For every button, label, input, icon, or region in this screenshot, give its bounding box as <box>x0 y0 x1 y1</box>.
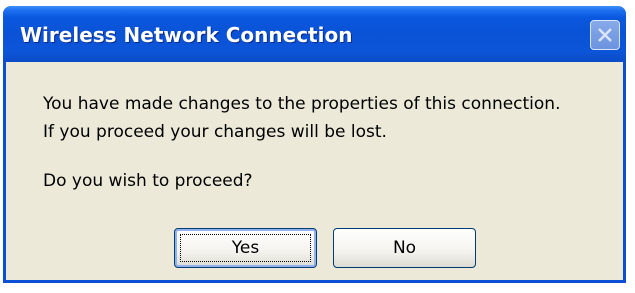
confirm-question: Do you wish to proceed? <box>43 171 253 191</box>
yes-button[interactable]: Yes <box>174 228 317 268</box>
title-bar[interactable]: Wireless Network Connection <box>3 6 626 62</box>
close-button[interactable] <box>590 20 620 50</box>
no-button[interactable]: No <box>333 228 476 268</box>
message-line-1: You have made changes to the properties … <box>43 94 561 114</box>
close-icon <box>598 28 612 42</box>
yes-button-label: Yes <box>231 238 260 258</box>
dialog-window: Wireless Network Connection You have mad… <box>3 6 626 283</box>
message-line-2: If you proceed your changes will be lost… <box>43 122 387 142</box>
dialog-title: Wireless Network Connection <box>20 23 353 47</box>
no-button-label: No <box>392 238 417 258</box>
